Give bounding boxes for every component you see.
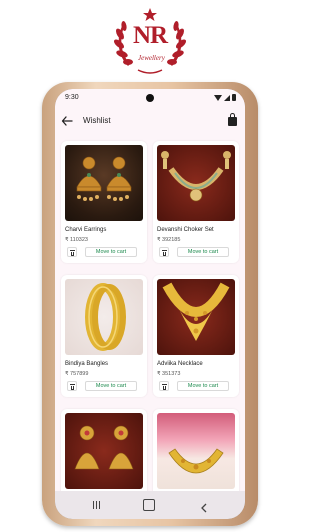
app-bar: Wishlist: [55, 107, 245, 135]
app-screen: 9:30 Wishlist Charvi Earrings ₹ 110323 M…: [55, 89, 245, 519]
product-image-necklace[interactable]: [157, 279, 235, 355]
brand-logo: NR Jewellery: [110, 4, 190, 80]
move-to-cart-button[interactable]: Move to cart: [85, 247, 137, 257]
status-icons: [214, 94, 236, 101]
product-card[interactable]: Charvi Earrings ₹ 110323 Move to cart: [61, 141, 147, 263]
product-name: Bindiya Bangles: [65, 361, 109, 367]
status-bar: 9:30: [55, 89, 245, 107]
move-to-cart-button[interactable]: Move to cart: [85, 381, 137, 391]
product-price: ₹ 757899: [65, 371, 89, 377]
product-price: ₹ 351373: [157, 371, 181, 377]
product-card[interactable]: [61, 409, 147, 491]
page: NR Jewellery 9:30 Wishlist Charvi Earrin…: [0, 0, 300, 532]
product-card[interactable]: [153, 409, 239, 491]
product-card[interactable]: Adviika Necklace ₹ 351373 Move to cart: [153, 275, 239, 397]
shopping-bag-icon[interactable]: [227, 113, 239, 126]
product-price: ₹ 392185: [157, 237, 181, 243]
page-title: Wishlist: [83, 116, 111, 125]
product-name: Adviika Necklace: [157, 361, 203, 367]
move-to-cart-button[interactable]: Move to cart: [177, 381, 229, 391]
wifi-icon: [214, 94, 222, 101]
front-camera: [146, 94, 154, 102]
product-card[interactable]: Bindiya Bangles ₹ 757899 Move to cart: [61, 275, 147, 397]
trash-icon[interactable]: [67, 247, 77, 257]
system-nav-bar: [55, 491, 245, 519]
product-price: ₹ 110323: [65, 237, 88, 243]
trash-icon[interactable]: [159, 381, 169, 391]
product-card[interactable]: Devanshi Choker Set ₹ 392185 Move to car…: [153, 141, 239, 263]
trash-icon[interactable]: [67, 381, 77, 391]
product-image-temple-earrings[interactable]: [65, 413, 143, 489]
back-chevron-icon[interactable]: [200, 500, 208, 513]
brand-subtitle: Jewellery: [138, 54, 165, 62]
status-time: 9:30: [65, 94, 79, 101]
product-name: Charvi Earrings: [65, 227, 107, 233]
recent-apps-icon[interactable]: [93, 501, 101, 509]
wishlist-grid: Charvi Earrings ₹ 110323 Move to cart De…: [55, 135, 245, 491]
product-image-choker-set[interactable]: [157, 145, 235, 221]
home-icon[interactable]: [143, 499, 155, 511]
brand-monogram: NR: [132, 22, 168, 49]
product-image-earrings[interactable]: [65, 145, 143, 221]
phone-screen: 9:30 Wishlist Charvi Earrings ₹ 110323 M…: [55, 89, 245, 519]
move-to-cart-button[interactable]: Move to cart: [177, 247, 229, 257]
product-name: Devanshi Choker Set: [157, 227, 214, 233]
product-image-choker-necklace[interactable]: [157, 413, 235, 489]
arrow-left-icon[interactable]: [61, 114, 73, 126]
trash-icon[interactable]: [159, 247, 169, 257]
product-image-bangles[interactable]: [65, 279, 143, 355]
signal-icon: [224, 94, 230, 101]
battery-icon: [232, 94, 236, 101]
